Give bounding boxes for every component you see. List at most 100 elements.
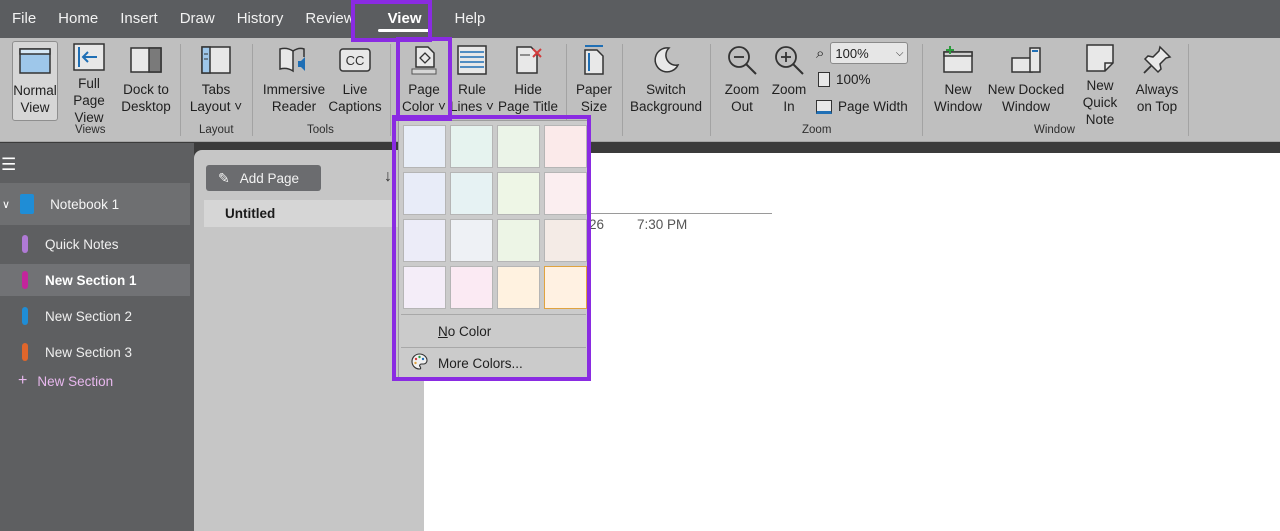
color-swatch[interactable]	[450, 219, 493, 262]
dock-to-desktop-icon	[129, 43, 163, 77]
hamburger-menu-icon[interactable]: ☰	[1, 155, 16, 175]
page-width-label: Page Width	[838, 99, 908, 114]
menu-home[interactable]: Home	[47, 0, 109, 38]
add-page-button[interactable]: ✎ Add Page	[206, 165, 321, 191]
always-on-top-label-2: on Top	[1136, 99, 1178, 114]
menu-bar: File Home Insert Draw History Review Vie…	[0, 0, 1280, 38]
section-new-section-2[interactable]: New Section 2	[0, 300, 190, 332]
color-swatch[interactable]	[403, 125, 446, 168]
palette-icon	[411, 353, 428, 373]
menu-help[interactable]: Help	[444, 0, 497, 38]
ribbon-separator	[252, 44, 253, 136]
always-on-top-label-1: Always	[1135, 82, 1179, 97]
rule-lines-button[interactable]: Rule Lines ˅	[450, 41, 494, 121]
svg-text:CC: CC	[346, 53, 365, 68]
page-color-dropdown: No Color More Colors...	[398, 120, 589, 378]
color-swatch[interactable]	[497, 172, 540, 215]
menu-divider	[401, 314, 586, 315]
new-window-label-1: New	[944, 82, 972, 97]
always-on-top-button[interactable]: Always on Top	[1134, 41, 1180, 121]
section-label: New Section 1	[45, 272, 137, 288]
normal-view-label-1: Normal	[13, 83, 57, 98]
views-group-label: Views	[75, 124, 106, 136]
quick-note-icon	[1083, 43, 1117, 73]
hide-page-title-label-1: Hide	[514, 82, 542, 97]
more-colors-option[interactable]: More Colors...	[401, 348, 586, 378]
notebook-row[interactable]: ∨ Notebook 1	[0, 183, 190, 225]
color-swatch[interactable]	[497, 219, 540, 262]
full-page-view-label-1: Full Page	[73, 76, 105, 108]
section-label: New Section 2	[45, 308, 133, 324]
tabs-layout-button[interactable]: Tabs Layout ˅	[188, 41, 244, 121]
menu-draw[interactable]: Draw	[169, 0, 226, 38]
immersive-reader-label-2: Reader	[271, 99, 317, 114]
zoom-select-row: ⌕ 100% ⌵	[816, 42, 909, 64]
section-tab-icon	[22, 343, 28, 361]
normal-view-button[interactable]: Normal View	[12, 41, 58, 121]
color-swatch[interactable]	[450, 125, 493, 168]
chevron-down-icon: ∨	[2, 198, 11, 211]
new-quick-note-label-2: Note	[1085, 112, 1115, 127]
notebook-nav: ☰ ∨ Notebook 1 Quick Notes New Section 1…	[0, 143, 194, 531]
zoom-out-button[interactable]: Zoom Out	[718, 41, 766, 121]
menu-history[interactable]: History	[226, 0, 295, 38]
zoom-select[interactable]: 100% ⌵	[830, 42, 909, 64]
ribbon-separator	[1188, 44, 1189, 136]
color-swatch[interactable]	[497, 125, 540, 168]
color-swatch[interactable]	[403, 266, 446, 309]
new-quick-note-button[interactable]: New Quick Note	[1068, 41, 1132, 127]
ribbon-separator	[622, 44, 623, 136]
color-swatch[interactable]	[450, 172, 493, 215]
new-docked-window-button[interactable]: New Docked Window	[986, 41, 1066, 121]
zoom-100-button[interactable]: 100%	[818, 72, 871, 87]
rule-lines-label-1: Rule	[458, 82, 486, 97]
normal-view-icon	[18, 44, 52, 78]
dock-to-desktop-button[interactable]: Dock to Desktop	[120, 41, 172, 121]
menu-view[interactable]: View	[366, 0, 444, 38]
menu-file[interactable]: File	[0, 0, 47, 38]
section-new-section-3[interactable]: New Section 3	[0, 336, 190, 368]
color-swatch[interactable]	[450, 266, 493, 309]
page-color-label-2: Color ˅	[402, 99, 446, 114]
color-swatch[interactable]	[544, 172, 587, 215]
color-swatch[interactable]	[497, 266, 540, 309]
page-color-button[interactable]: Page Color ˅	[400, 41, 448, 121]
live-captions-label-1: Live	[342, 82, 368, 97]
page-width-button[interactable]: Page Width	[816, 99, 908, 114]
zoom-in-icon	[772, 43, 806, 77]
color-swatch[interactable]	[544, 266, 587, 309]
sort-icon[interactable]: ↓	[384, 168, 392, 186]
live-captions-button[interactable]: CC Live Captions	[328, 41, 382, 121]
rule-lines-label-2: Lines ˅	[450, 99, 494, 114]
no-color-text: o Color	[447, 323, 492, 339]
section-label: New Section 3	[45, 344, 133, 360]
hide-page-title-button[interactable]: Hide Page Title	[497, 41, 559, 121]
zoom-group-label: Zoom	[802, 124, 832, 136]
color-swatch[interactable]	[544, 219, 587, 262]
color-swatch[interactable]	[403, 219, 446, 262]
paper-size-button[interactable]: Paper Size	[572, 41, 616, 121]
zoom-in-label-2: In	[783, 99, 795, 114]
section-quick-notes[interactable]: Quick Notes	[0, 228, 190, 260]
hide-page-title-label-2: Page Title	[497, 99, 559, 114]
color-swatch[interactable]	[403, 172, 446, 215]
menu-insert[interactable]: Insert	[109, 0, 169, 38]
dock-to-desktop-label-2: Desktop	[121, 99, 171, 114]
tabs-layout-icon	[199, 43, 233, 77]
normal-view-label-2: View	[20, 100, 50, 115]
new-window-button[interactable]: New Window	[930, 41, 986, 121]
section-new-section-1[interactable]: New Section 1	[0, 264, 190, 296]
page-item-untitled[interactable]: Untitled	[204, 200, 400, 227]
color-swatch[interactable]	[544, 125, 587, 168]
full-page-view-button[interactable]: Full Page View	[62, 41, 116, 125]
menu-review[interactable]: Review	[294, 0, 365, 38]
immersive-reader-button[interactable]: Immersive Reader	[262, 41, 326, 121]
switch-background-button[interactable]: Switch Background	[628, 41, 704, 121]
zoom-in-button[interactable]: Zoom In	[766, 41, 812, 121]
new-window-label-2: Window	[933, 99, 982, 114]
new-window-icon	[941, 43, 975, 77]
tools-group-label: Tools	[307, 124, 334, 136]
add-section-button[interactable]: + New Section	[0, 365, 190, 397]
section-tab-icon	[22, 271, 28, 289]
no-color-option[interactable]: No Color	[401, 316, 586, 346]
